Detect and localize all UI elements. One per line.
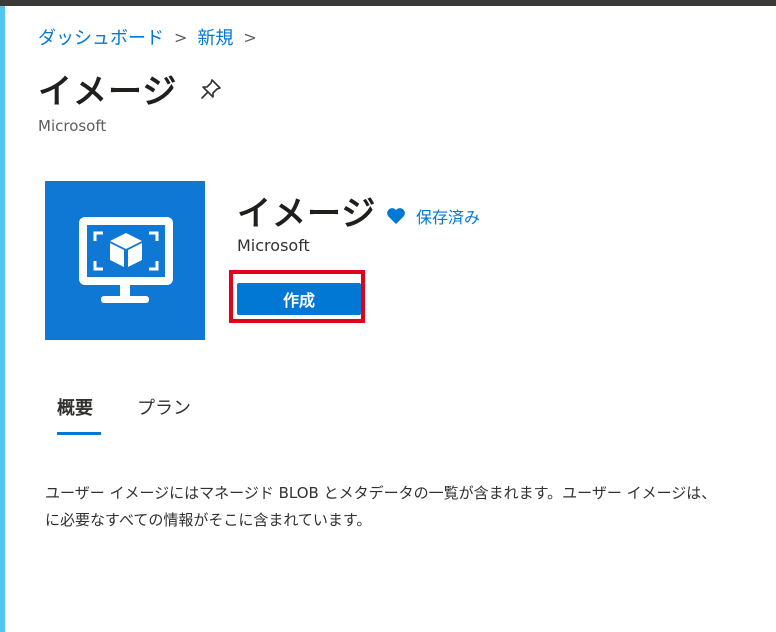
tab-plans[interactable]: プラン	[137, 394, 191, 420]
description-line: ユーザー イメージにはマネージド BLOB とメタデータの一覧が含まれます。ユー…	[45, 484, 717, 502]
monitor-cube-icon	[45, 181, 205, 340]
saved-link[interactable]: 保存済み	[386, 204, 480, 228]
breadcrumb: ダッシュボード > 新規 >	[38, 24, 257, 50]
create-button[interactable]: 作成	[237, 283, 361, 315]
description-text: ユーザー イメージにはマネージド BLOB とメタデータの一覧が含まれます。ユー…	[45, 480, 776, 534]
top-bar	[0, 0, 776, 6]
breadcrumb-item-new[interactable]: 新規	[197, 24, 233, 50]
breadcrumb-item-dashboard[interactable]: ダッシュボード	[38, 24, 164, 50]
description-line: に必要なすべての情報がそこに含まれています。	[45, 511, 372, 529]
tab-overview[interactable]: 概要	[57, 394, 93, 420]
left-accent-bar	[0, 6, 5, 632]
saved-label: 保存済み	[416, 208, 481, 227]
page-subtitle: Microsoft	[38, 117, 107, 135]
tab-bar: 概要 プラン	[45, 394, 245, 438]
page-title: イメージ	[38, 72, 178, 112]
pin-icon[interactable]	[198, 76, 224, 102]
product-publisher: Microsoft	[237, 236, 310, 255]
breadcrumb-separator: >	[243, 27, 257, 47]
tab-selected-indicator	[57, 432, 101, 435]
breadcrumb-separator: >	[174, 27, 188, 47]
heart-icon	[386, 207, 406, 225]
product-title: イメージ	[237, 194, 377, 234]
